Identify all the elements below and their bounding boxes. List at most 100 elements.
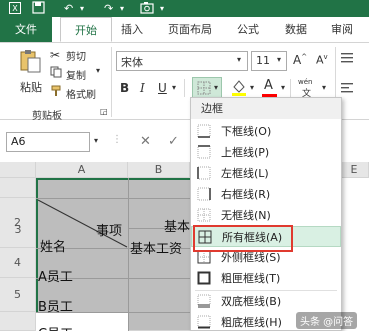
cell-b3: 基本工资 bbox=[130, 242, 183, 257]
cut-icon[interactable]: ✂ bbox=[50, 48, 60, 62]
name-box-dropdown-icon[interactable]: ▾ bbox=[94, 136, 98, 145]
cell-a5: B员工 bbox=[38, 300, 73, 315]
phonetic-guide-button[interactable]: wén 文 bbox=[298, 78, 322, 99]
redo-icon[interactable]: ↷ bbox=[104, 1, 118, 16]
font-color-label: A bbox=[264, 78, 273, 93]
row-header-5[interactable]: 5 bbox=[0, 278, 36, 312]
font-name-value: 宋体 bbox=[121, 56, 143, 69]
font-color-button[interactable]: A bbox=[262, 78, 278, 98]
tab-page-layout[interactable]: 页面布局 bbox=[158, 17, 222, 42]
bold-button[interactable]: B bbox=[120, 81, 129, 95]
borders-button[interactable]: ▾ bbox=[192, 77, 222, 99]
tab-insert[interactable]: 插入 bbox=[112, 17, 152, 42]
undo-icon[interactable]: ↶ bbox=[64, 1, 78, 16]
tab-review[interactable]: 审阅 bbox=[322, 17, 362, 42]
italic-button[interactable]: I bbox=[140, 81, 145, 95]
customize-qat-icon[interactable]: ▾ bbox=[160, 1, 164, 16]
cell-a6-text: C员工 bbox=[38, 323, 73, 331]
column-header-a[interactable]: A bbox=[36, 162, 128, 178]
font-size-dropdown[interactable]: 11 ▾ bbox=[251, 51, 287, 71]
chevron-down-icon: ▾ bbox=[277, 55, 282, 64]
grid-line bbox=[128, 178, 129, 331]
row-header-1[interactable]: 1 bbox=[0, 178, 36, 211]
copy-label[interactable]: 复制 bbox=[66, 67, 86, 82]
more-options-icon: ⋮ bbox=[112, 134, 122, 145]
ribbon-separator bbox=[290, 79, 291, 97]
redo-dropdown-icon[interactable]: ▾ bbox=[120, 1, 124, 16]
pinyin-label: wén bbox=[298, 78, 313, 86]
excel-logo-icon: X bbox=[8, 1, 22, 16]
borders-dropdown-icon: ▾ bbox=[214, 83, 219, 92]
clipboard-group-label: 剪贴板 bbox=[32, 111, 62, 122]
menu-item-bottom-border[interactable]: 下框线(O) bbox=[191, 121, 341, 142]
name-box[interactable]: A6 bbox=[6, 132, 90, 152]
no-border-icon bbox=[197, 208, 211, 222]
borders-menu-title: 边框 bbox=[191, 98, 341, 119]
menu-item-left-border[interactable]: 左框线(L) bbox=[191, 163, 341, 184]
clipboard-launcher-icon[interactable]: ◲ bbox=[100, 107, 108, 116]
copy-dropdown-icon[interactable]: ▾ bbox=[96, 66, 100, 75]
menu-item-right-border[interactable]: 右框线(R) bbox=[191, 184, 341, 205]
row-header-3[interactable]: 3 bbox=[0, 210, 36, 246]
underline-button[interactable]: U bbox=[158, 81, 167, 95]
align-top-icon[interactable] bbox=[340, 51, 354, 66]
select-all-corner[interactable] bbox=[0, 162, 36, 178]
cancel-icon[interactable]: ✕ bbox=[140, 134, 151, 149]
shrink-font-button[interactable]: Av bbox=[316, 53, 328, 67]
fill-color-dropdown-icon[interactable]: ▾ bbox=[250, 83, 254, 92]
fill-color-icon[interactable] bbox=[230, 78, 248, 99]
font-color-dropdown-icon[interactable]: ▾ bbox=[281, 83, 285, 92]
row-header-4[interactable]: 4 bbox=[0, 248, 36, 278]
menu-item-no-border[interactable]: 无框线(N) bbox=[191, 205, 341, 226]
menu-item-label: 无框线(N) bbox=[221, 209, 271, 222]
column-header-b[interactable]: B bbox=[128, 162, 190, 178]
menu-item-double-bottom-border[interactable]: 双底框线(B) bbox=[191, 291, 341, 312]
thick-box-border-icon bbox=[197, 271, 211, 285]
highlight-annotation-box bbox=[193, 225, 293, 252]
menu-item-label: 下框线(O) bbox=[221, 125, 272, 138]
cut-label[interactable]: 剪切 bbox=[66, 48, 86, 63]
tab-home[interactable]: 开始 bbox=[60, 17, 112, 42]
confirm-icon[interactable]: ✓ bbox=[168, 134, 179, 149]
phonetic-dropdown-icon[interactable]: ▾ bbox=[322, 83, 326, 92]
grow-font-button[interactable]: A^ bbox=[293, 53, 307, 67]
outside-borders-icon bbox=[197, 250, 211, 264]
cell-header-bottom: 姓名 bbox=[40, 240, 67, 255]
ribbon-separator bbox=[184, 79, 185, 97]
align-left-icon[interactable] bbox=[340, 81, 354, 96]
tab-file[interactable]: 文件 bbox=[0, 17, 52, 42]
tab-formulas[interactable]: 公式 bbox=[228, 17, 268, 42]
undo-dropdown-icon[interactable]: ▾ bbox=[80, 1, 84, 16]
format-painter-label[interactable]: 格式刷 bbox=[66, 86, 96, 101]
double-bottom-border-icon bbox=[197, 294, 211, 308]
paste-icon bbox=[18, 49, 42, 76]
font-name-dropdown[interactable]: 宋体 ▾ bbox=[116, 51, 248, 71]
cell-a4: A员工 bbox=[38, 270, 73, 285]
borders-icon bbox=[197, 81, 211, 98]
menu-item-top-border[interactable]: 上框线(P) bbox=[191, 142, 341, 163]
ribbon-separator bbox=[111, 47, 112, 117]
borders-menu: 边框 下框线(O) 上框线(P) 左框线(L) 右框线(R) 无框线(N) 所有… bbox=[190, 97, 342, 331]
paste-button[interactable]: 粘贴 bbox=[14, 49, 46, 99]
cell-header-top: 事项 bbox=[96, 224, 123, 239]
format-painter-icon[interactable] bbox=[50, 85, 62, 100]
chevron-down-icon: ▾ bbox=[237, 55, 242, 64]
right-border-icon bbox=[197, 187, 211, 201]
paste-label: 粘贴 bbox=[20, 81, 42, 94]
column-header-e[interactable]: E bbox=[340, 162, 369, 178]
cell-b2: 基本 bbox=[164, 220, 191, 235]
top-border-icon bbox=[197, 145, 211, 159]
underline-dropdown-icon[interactable]: ▾ bbox=[172, 83, 176, 92]
save-icon[interactable] bbox=[32, 1, 45, 16]
ribbon-tabs: 文件 开始 插入 页面布局 公式 数据 审阅 bbox=[0, 17, 369, 42]
tab-data[interactable]: 数据 bbox=[276, 17, 316, 42]
camera-icon[interactable] bbox=[140, 1, 154, 16]
menu-item-thick-box-border[interactable]: 粗匣框线(T) bbox=[191, 268, 341, 289]
left-border-icon bbox=[197, 166, 211, 180]
row-header-6[interactable] bbox=[0, 312, 36, 331]
menu-item-label: 粗底框线(H) bbox=[221, 316, 282, 329]
svg-text:X: X bbox=[12, 4, 18, 13]
title-bar: X ↶ ▾ ↷ ▾ ▾ bbox=[0, 0, 369, 17]
shrink-font-label: A bbox=[316, 53, 324, 67]
copy-icon[interactable] bbox=[50, 66, 62, 81]
